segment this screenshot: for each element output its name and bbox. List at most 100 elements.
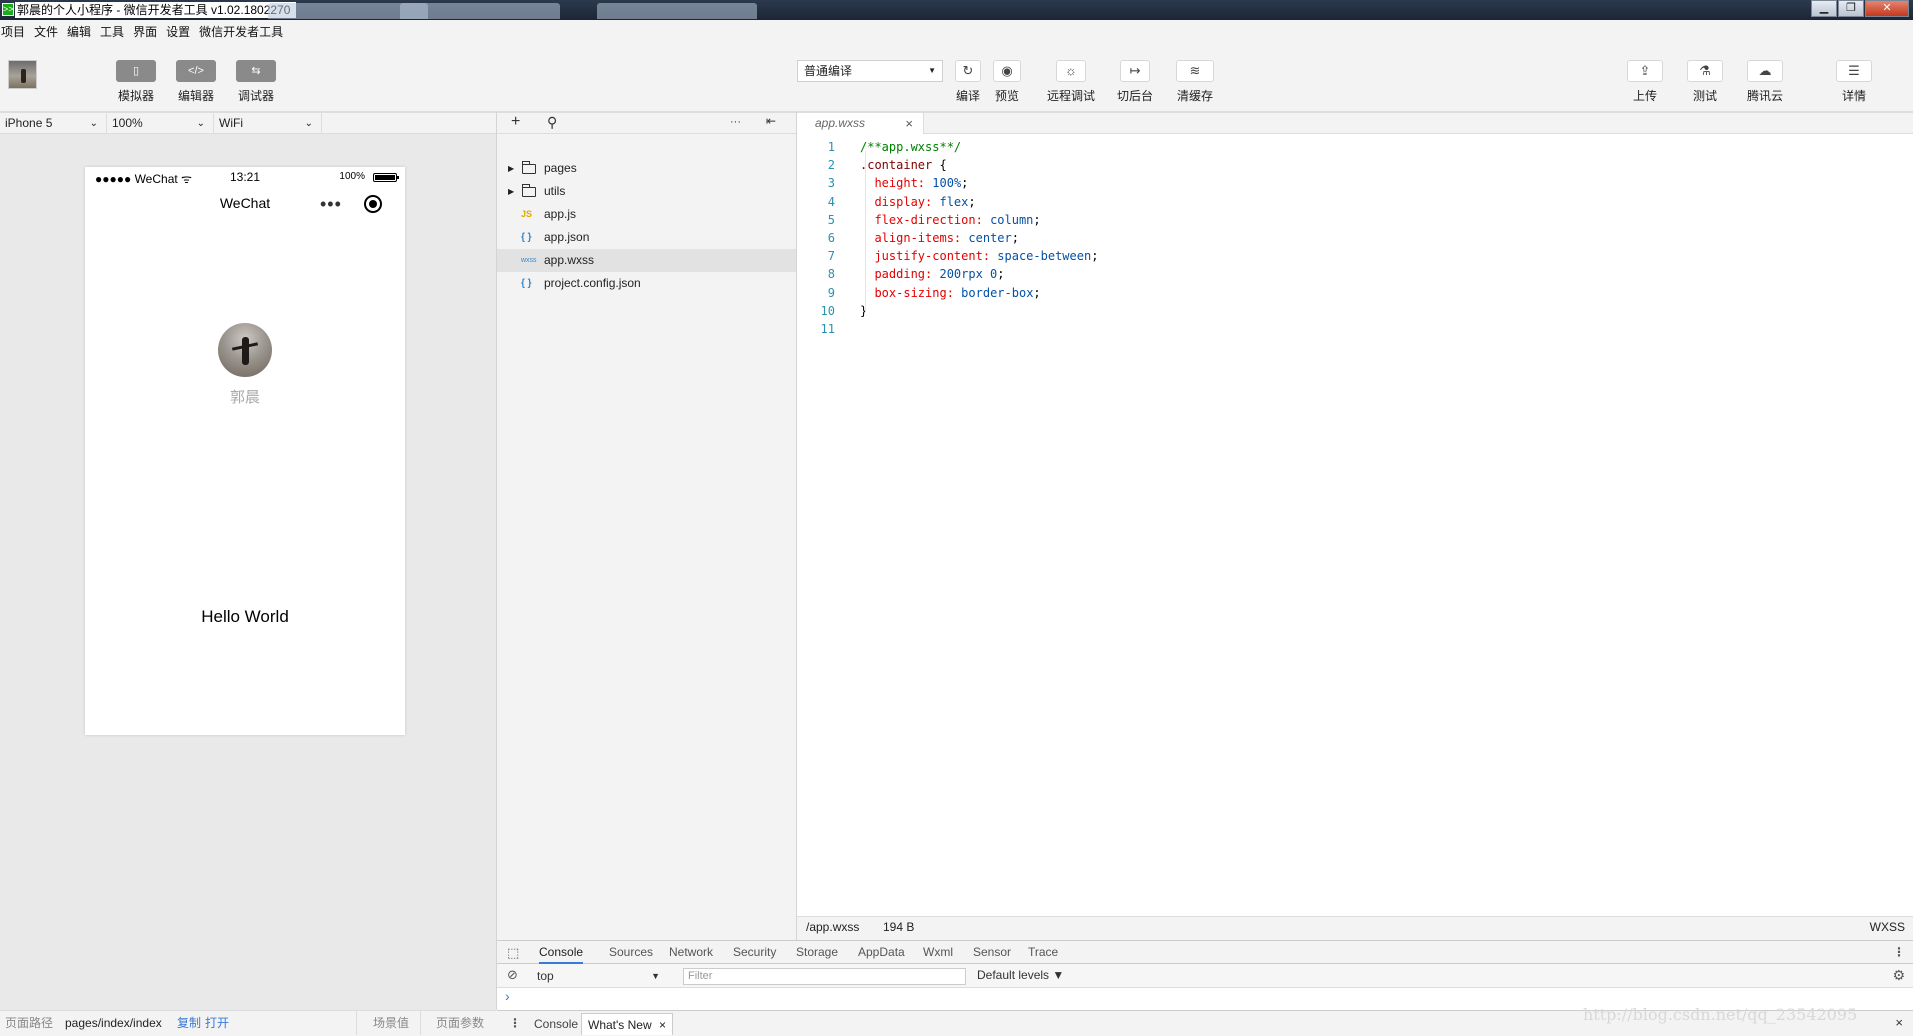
- editor-toggle-button[interactable]: </> 编辑器: [174, 60, 218, 104]
- menu-wechat-devtools[interactable]: 微信开发者工具: [197, 23, 290, 40]
- menu-view[interactable]: 界面: [131, 23, 164, 40]
- code-token: 100%: [932, 176, 962, 191]
- clear-console-icon[interactable]: ⊘: [507, 967, 518, 983]
- inspect-element-icon[interactable]: ⬚: [507, 941, 519, 964]
- drawer-tab-whats-new[interactable]: What's New ×: [581, 1013, 673, 1035]
- code-text: padding: 200rpx 0;: [860, 265, 1004, 283]
- tree-item-app-json[interactable]: { } app.json: [497, 226, 796, 249]
- phone-screen[interactable]: ●●●●● WeChat ᯤ 13:21 100% WeChat ••• 郭晨 …: [85, 167, 405, 735]
- close-tab-icon[interactable]: ×: [659, 1018, 666, 1032]
- gear-icon[interactable]: ⚙: [1892, 967, 1905, 984]
- devtools-tab-wxml[interactable]: Wxml: [923, 941, 953, 964]
- tencent-cloud-button[interactable]: ☁ 腾讯云: [1744, 60, 1786, 104]
- clear-cache-label: 清缓存: [1176, 89, 1213, 103]
- menu-tools[interactable]: 工具: [98, 23, 131, 40]
- tree-item-pages[interactable]: ▶ pages: [497, 157, 796, 180]
- close-window-button[interactable]: ✕: [1865, 0, 1909, 17]
- page-params-button[interactable]: 页面参数: [436, 1011, 484, 1035]
- drawer-menu-icon[interactable]: ⋮: [509, 1011, 521, 1035]
- background-icon: ↦: [1120, 60, 1150, 82]
- devtools-tab-sensor[interactable]: Sensor: [973, 941, 1011, 964]
- switch-background-button[interactable]: ↦ 切后台: [1114, 60, 1156, 104]
- devtools-tab-sources[interactable]: Sources: [609, 941, 653, 964]
- simulator-toggle-button[interactable]: ▯ 模拟器: [114, 60, 158, 104]
- collapse-panel-icon[interactable]: ⇤: [766, 114, 776, 128]
- devtools-tab-security[interactable]: Security: [733, 941, 776, 964]
- remote-debug-button[interactable]: ☼ 远程调试: [1043, 60, 1099, 104]
- folder-icon: [522, 184, 536, 197]
- code-editor[interactable]: 1/**app.wxss**/2 .container {3 height: 10…: [797, 134, 1913, 916]
- code-token: space-between: [997, 249, 1092, 264]
- devtools-menu-icon[interactable]: ⋮: [1893, 941, 1905, 964]
- caret-right-icon[interactable]: ▶: [508, 180, 514, 203]
- search-icon[interactable]: ⚲: [547, 114, 557, 131]
- test-button[interactable]: ⚗ 测试: [1685, 60, 1725, 104]
- tree-item-utils[interactable]: ▶ utils: [497, 180, 796, 203]
- tree-item-project-config-json[interactable]: { } project.config.json: [497, 272, 796, 295]
- open-path-link[interactable]: 打开: [205, 1011, 229, 1035]
- more-options-icon[interactable]: ···: [730, 116, 741, 128]
- tree-item-label: pages: [544, 161, 577, 175]
- zoom-select[interactable]: 100% ⌄: [107, 113, 214, 134]
- devtools-tab-network[interactable]: Network: [669, 941, 713, 964]
- console-prompt: ›: [505, 988, 510, 1004]
- devtools-tab-appdata[interactable]: AppData: [858, 941, 905, 964]
- menu-settings[interactable]: 设置: [164, 23, 197, 40]
- devtools-tab-trace[interactable]: Trace: [1028, 941, 1058, 964]
- tree-item-app-js[interactable]: JS app.js: [497, 203, 796, 226]
- clear-cache-button[interactable]: ≋ 清缓存: [1174, 60, 1216, 104]
- scene-value-button[interactable]: 场景值: [373, 1011, 409, 1035]
- details-button[interactable]: ☰ 详情: [1834, 60, 1874, 104]
- chevron-down-icon: ⌄: [196, 118, 205, 129]
- preview-button[interactable]: ◉ 预览: [991, 60, 1023, 104]
- line-number: 7: [827, 249, 835, 264]
- more-icon[interactable]: •••: [320, 195, 342, 213]
- add-file-icon[interactable]: +: [511, 113, 520, 131]
- layers-icon: ≋: [1176, 60, 1214, 82]
- code-token: flex: [939, 194, 969, 209]
- caret-right-icon[interactable]: ▶: [508, 157, 514, 180]
- code-text: display: flex;: [860, 193, 975, 211]
- js-file-icon: JS: [521, 209, 533, 219]
- close-drawer-icon[interactable]: ×: [1895, 1011, 1903, 1035]
- menu-file[interactable]: 文件: [32, 23, 65, 40]
- menu-project[interactable]: 项目: [0, 23, 32, 40]
- close-tab-icon[interactable]: ×: [905, 113, 913, 134]
- code-token: box-sizing:: [874, 285, 954, 300]
- code-token: .container: [860, 158, 940, 173]
- network-select[interactable]: WiFi ⌄: [214, 113, 322, 134]
- chevron-down-icon: ⌄: [89, 118, 98, 129]
- menu-edit[interactable]: 编辑: [65, 23, 98, 40]
- tree-item-label: app.json: [544, 230, 590, 244]
- code-token: }: [860, 303, 868, 318]
- context-select[interactable]: top ▼: [531, 967, 666, 985]
- phone-icon: ▯: [116, 60, 156, 82]
- editor-tab-app-wxss[interactable]: app.wxss ×: [797, 113, 924, 135]
- json-file-icon: { }: [521, 232, 532, 243]
- compile-button[interactable]: ↻ 编译: [952, 60, 984, 104]
- devtools-tab-console[interactable]: Console: [539, 941, 584, 964]
- file-tree: ▶ pages ▶ utils JS app.js { } app.json w…: [497, 134, 796, 940]
- compile-mode-select[interactable]: 普通编译 ▼: [797, 60, 943, 82]
- editor-tab-bar: app.wxss ×: [797, 112, 1913, 135]
- debugger-label: 调试器: [237, 89, 274, 103]
- log-levels-select[interactable]: Default levels ▼: [977, 968, 1064, 982]
- upload-button[interactable]: ⇪ 上传: [1625, 60, 1665, 104]
- minimize-button[interactable]: ▁: [1811, 0, 1837, 17]
- console-filter-input[interactable]: Filter: [683, 968, 966, 985]
- tree-item-app-wxss[interactable]: wxss app.wxss: [497, 249, 796, 272]
- close-miniprogram-icon[interactable]: [364, 195, 382, 213]
- context-value: top: [537, 969, 554, 983]
- user-avatar-button[interactable]: [8, 60, 37, 89]
- page-info-bar: 页面路径 pages/index/index 复制 打开 场景值 页面参数: [0, 1010, 496, 1036]
- switch-background-label: 切后台: [1116, 89, 1153, 103]
- debugger-toggle-button[interactable]: ⇆ 调试器: [234, 60, 278, 104]
- devtools-tab-storage[interactable]: Storage: [796, 941, 838, 964]
- maximize-button[interactable]: ❐: [1838, 0, 1864, 17]
- copy-path-link[interactable]: 复制: [177, 1011, 201, 1035]
- user-avatar[interactable]: [218, 323, 272, 377]
- drawer-tab-console[interactable]: Console: [528, 1013, 584, 1035]
- device-select[interactable]: iPhone 5 ⌄: [0, 113, 107, 134]
